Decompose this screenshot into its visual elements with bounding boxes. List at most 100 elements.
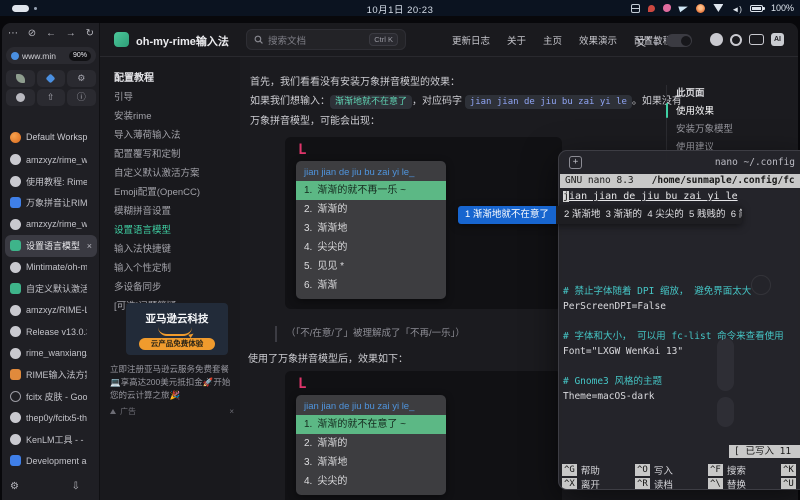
tray-icon[interactable] <box>631 4 640 13</box>
tab-favicon <box>10 176 21 187</box>
toolbar-icon[interactable] <box>86 27 94 41</box>
doc-nav-item[interactable]: 自定义默认激活方案 <box>114 164 234 183</box>
ad-text[interactable]: 立即注册亚马逊云服务免费套餐💻享高达200美元抵扣金🚀开始您的云计算之旅🎉 <box>110 363 234 402</box>
toc-item[interactable]: 安装万象模型 <box>676 121 794 139</box>
sidebar-tab[interactable]: Release v13.0.3 <box>5 321 97 343</box>
doc-sidebar: 配置教程 引导安装rime导入薄荷输入法配置覆写和定制自定义默认激活方案Emoj… <box>100 57 240 500</box>
tray-icon[interactable] <box>731 0 742 17</box>
workspace-label: Default Worksp <box>26 132 87 142</box>
doc-nav-item[interactable]: 安装rime <box>114 107 234 126</box>
ai-assistant-icon[interactable]: AI <box>771 33 784 46</box>
search-icon <box>254 35 263 44</box>
ad-card[interactable]: 亚马逊云科技 云产品免费体验 立即注册亚马逊云服务免费套餐💻享高达200美元抵扣… <box>110 303 234 417</box>
doc-nav-item[interactable]: 多设备同步 <box>114 278 234 297</box>
quick-action-icon <box>16 74 25 83</box>
ime-candidate: 6.渐渐 <box>296 276 446 295</box>
browser-sidebar: www.min 90% Default Worksp amzxyz/rime_w… <box>2 23 100 500</box>
tray-icon[interactable] <box>663 4 671 12</box>
sidebar-tab[interactable]: 使用教程: Rime <box>5 171 97 193</box>
ime-candidate: 2.渐渐的 <box>296 434 446 453</box>
doc-nav-item[interactable]: 导入薄荷输入法 <box>114 126 234 145</box>
tray-icon[interactable] <box>713 4 723 12</box>
gitee-icon[interactable] <box>730 34 742 46</box>
nav-link[interactable]: 关于 <box>507 33 526 47</box>
sidebar-tab[interactable]: amzxyz/RIME-LM <box>5 300 97 322</box>
floating-button-faint <box>717 338 734 391</box>
doc-nav-item[interactable]: 输入个性定制 <box>114 259 234 278</box>
ad-banner-title: 亚马逊云科技 <box>126 311 228 326</box>
sidebar-tab[interactable]: rime_wanxiang/ <box>5 343 97 365</box>
doc-nav-item[interactable]: 模糊拼音设置 <box>114 202 234 221</box>
zoom-badge[interactable]: 90% <box>69 51 91 61</box>
sidebar-tab[interactable]: 万象拼音让RIME <box>5 192 97 214</box>
floating-button-faint <box>717 397 734 427</box>
nano-shortcut: ^R读档 <box>635 477 708 490</box>
github-icon[interactable] <box>710 33 723 46</box>
tab-close-icon[interactable]: × <box>87 241 92 251</box>
toolbar-icon[interactable] <box>66 27 76 41</box>
floating-widget-faint <box>751 275 771 295</box>
sidebar-tab[interactable]: Development an <box>5 450 97 472</box>
nav-link[interactable]: 主页 <box>543 33 562 47</box>
sidebar-tab[interactable]: amzxyz/rime_wa <box>5 149 97 171</box>
language-switcher[interactable]: 文A <box>636 34 659 49</box>
config-line: Font="LXGW WenKai 13" <box>563 344 784 359</box>
new-tab-icon[interactable]: + <box>569 156 582 169</box>
sidebar-tab[interactable]: RIME输入法方案 <box>5 364 97 386</box>
tray-icon[interactable] <box>750 5 763 12</box>
nav-link[interactable]: 效果演示 <box>579 33 617 47</box>
doc-nav-item[interactable]: 输入法快捷键 <box>114 240 234 259</box>
toolbar-icon[interactable] <box>8 27 18 41</box>
doc-nav-section-title[interactable]: 配置教程 <box>114 69 154 84</box>
tray-icon[interactable] <box>648 5 655 12</box>
doc-nav-item[interactable]: 配置覆写和定制 <box>114 145 234 164</box>
quick-action-button[interactable] <box>6 70 35 87</box>
ime-candidate: 3.渐渐地 <box>296 219 446 238</box>
fcitx-selected-candidate[interactable]: 1 渐渐地就不在意了 <box>458 206 556 224</box>
quick-action-button[interactable] <box>37 70 66 87</box>
url-bar[interactable]: www.min 90% <box>6 47 96 64</box>
quick-action-button[interactable] <box>67 89 96 106</box>
site-title[interactable]: oh-my-rime输入法 <box>136 33 229 49</box>
doc-nav-item[interactable]: 设置语言模型 <box>114 221 234 240</box>
theme-toggle[interactable] <box>666 34 692 47</box>
chevron-down-icon <box>653 42 659 46</box>
config-line: Theme=macOS-dark <box>563 389 784 404</box>
sidebar-tab[interactable]: fcitx 皮肤 - Goog <box>5 386 97 408</box>
ad-tag: 广告 <box>120 406 136 417</box>
sidebar-tab[interactable]: 设置语言模型 × <box>5 235 97 257</box>
workspace-switcher[interactable]: Default Worksp <box>6 127 96 147</box>
nav-link[interactable]: 更新日志 <box>452 33 490 47</box>
ad-close-icon[interactable]: × <box>229 407 234 416</box>
tab-list: amzxyz/rime_wa 使用教程: Rime 万象拼音让RIME <box>5 149 97 472</box>
sidebar-bottom-icon[interactable] <box>72 480 80 494</box>
doc-nav-item[interactable]: Emoji配置(OpenCC) <box>114 183 234 202</box>
quick-action-button[interactable] <box>37 89 66 106</box>
ime-candidate: 4.尖尖的 <box>296 238 446 257</box>
tray-icon[interactable] <box>679 4 689 12</box>
fcitx-other-candidates[interactable]: 2 渐渐地 3 渐渐的 4 尖尖的 5 贱贱的 6 简简单 <box>556 206 742 224</box>
site-logo-icon[interactable] <box>114 32 129 47</box>
quick-actions-grid <box>6 70 98 106</box>
toc-item[interactable]: 使用效果 <box>676 103 794 121</box>
quick-action-button[interactable] <box>6 89 35 106</box>
tab-favicon <box>10 434 21 445</box>
bilibili-icon[interactable] <box>749 34 764 45</box>
ad-banner[interactable]: 亚马逊云科技 云产品免费体验 <box>126 303 228 355</box>
sidebar-bottom-icon[interactable] <box>10 480 19 494</box>
workspace-icon <box>10 132 21 143</box>
terminal-window[interactable]: + nano ~/.config GNU nano 8.3 /home/sunm… <box>558 150 800 490</box>
carbon-ads-icon <box>110 409 116 414</box>
sidebar-tab[interactable]: thep0y/fcitx5-th <box>5 407 97 429</box>
sidebar-tab[interactable]: KenLM工具 - - <box>5 429 97 451</box>
toolbar-icon[interactable] <box>28 27 36 41</box>
sidebar-tab[interactable]: Mintimate/oh-my <box>5 257 97 279</box>
search-input[interactable]: 搜索文档 Ctrl K <box>246 29 406 50</box>
toolbar-icon[interactable] <box>46 27 56 41</box>
ime-candidate-window: jian jian de jiu bu zai yi le 1.渐渐的就不再一乐… <box>296 161 446 299</box>
sidebar-tab[interactable]: 自定义默认激活 <box>5 278 97 300</box>
quick-action-button[interactable] <box>67 70 96 87</box>
doc-nav-item[interactable]: 引导 <box>114 88 234 107</box>
sidebar-tab[interactable]: amzxyz/rime_wa <box>5 214 97 236</box>
tray-icon[interactable] <box>696 4 705 13</box>
